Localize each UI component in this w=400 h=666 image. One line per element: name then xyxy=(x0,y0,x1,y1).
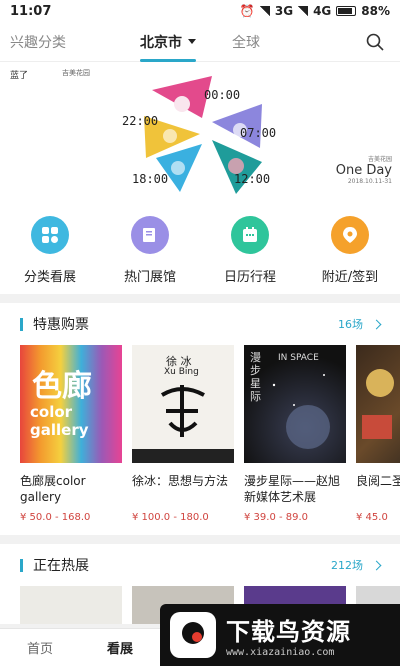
watermark-title: 下载鸟资源 xyxy=(226,618,351,646)
poster-title: 色廊 xyxy=(32,369,92,404)
calendar-icon xyxy=(231,216,269,254)
hot-section-header: 正在热展 212场 xyxy=(0,544,400,586)
quick-galleries[interactable]: 热门展馆 xyxy=(110,216,190,294)
network-4g: 4G xyxy=(313,4,332,18)
quick-category-label: 分类看展 xyxy=(23,270,76,285)
discount-count: 16场 xyxy=(338,318,363,331)
status-time: 11:07 xyxy=(10,3,52,19)
discount-tickets-section: 特惠购票 16场 色廊 color gallery 色廊展color galle… xyxy=(0,303,400,535)
network-3g: 3G xyxy=(274,4,294,18)
quick-category[interactable]: 分类看展 xyxy=(10,216,90,294)
alarm-icon: ⏰ xyxy=(239,4,255,18)
card-price: ¥ 50.0 - 168.0 xyxy=(20,512,91,523)
category-icon xyxy=(31,216,69,254)
tab-global[interactable]: 全球 xyxy=(232,32,260,52)
card-title: 漫步星际——赵旭新媒体艺术展 xyxy=(244,474,341,504)
card-title: 徐冰：思想与方法 xyxy=(132,474,229,488)
banner-carousel[interactable]: 蓝了 吉美花园 22:00 00:00 07:00 18:00 12:00 吉美… xyxy=(0,62,400,202)
title-accent-bar xyxy=(20,558,23,572)
watermark-text: 下载鸟资源 www.xiazainiao.com xyxy=(226,612,351,658)
card-price: ¥ 45.0 xyxy=(356,512,388,523)
hot-count: 212场 xyxy=(331,559,363,572)
hot-section-title: 正在热展 xyxy=(20,555,89,575)
hot-more-link[interactable]: 212场 xyxy=(331,557,382,573)
banner-side-title: One Day xyxy=(335,163,392,178)
card-title: 良阅二圣节动 xyxy=(356,474,400,488)
poster-decoration xyxy=(362,415,392,439)
city-label: 北京市 xyxy=(140,34,182,51)
exhibition-poster: 徐 冰 Xu Bing xyxy=(132,345,234,463)
exhibition-card[interactable]: 色廊 color gallery 色廊展color gallery ¥ 50.0… xyxy=(20,345,122,535)
top-nav: 兴趣分类 北京市 全球 xyxy=(0,22,400,62)
banner-time-4: 18:00 xyxy=(132,172,169,186)
card-title: 色廊展color gallery xyxy=(20,474,86,504)
exhibition-card[interactable]: 漫步星际 IN SPACE 漫步星际——赵旭新媒体艺术展 ¥ 39.0 - 89… xyxy=(244,345,346,535)
discount-title-text: 特惠购票 xyxy=(33,317,89,333)
banner-side-sub: 吉美花园 xyxy=(367,156,392,163)
hot-title-text: 正在热展 xyxy=(33,558,89,574)
banner-artwork: 22:00 00:00 07:00 18:00 12:00 xyxy=(112,70,292,198)
banner-partner-logo: 吉美花园 xyxy=(62,69,90,77)
caret-down-icon xyxy=(188,39,196,44)
tab-home[interactable]: 首页 xyxy=(0,638,80,657)
hot-exhibition-thumb[interactable] xyxy=(20,586,122,624)
chevron-right-icon xyxy=(371,560,382,570)
discount-card-list: 色廊 color gallery 色廊展color gallery ¥ 50.0… xyxy=(0,345,400,535)
gallery-icon xyxy=(131,216,169,254)
quick-nearby[interactable]: 附近/签到 xyxy=(310,216,390,294)
discount-more-link[interactable]: 16场 xyxy=(338,316,382,332)
status-bar: 11:07 ⏰ 3G 4G 88% xyxy=(0,0,400,22)
site-watermark: 下载鸟资源 www.xiazainiao.com xyxy=(160,604,400,666)
title-accent-bar xyxy=(20,317,23,331)
banner-time-3: 07:00 xyxy=(240,126,277,140)
quick-entry-row: 分类看展 热门展馆 日历行程 附近/签到 xyxy=(0,202,400,294)
watermark-url: www.xiazainiao.com xyxy=(226,647,335,658)
poster-decoration xyxy=(366,369,394,397)
tab-exhibitions[interactable]: 看展 xyxy=(80,638,160,657)
signal-icon xyxy=(259,6,270,16)
card-price: ¥ 100.0 - 180.0 xyxy=(132,512,209,523)
card-price: ¥ 39.0 - 89.0 xyxy=(244,512,309,523)
tab-interest-category[interactable]: 兴趣分类 xyxy=(10,32,66,52)
location-icon xyxy=(331,216,369,254)
exhibition-card[interactable]: 徐 冰 Xu Bing 徐冰：思想与方法 ¥ 100.0 - 180.0 xyxy=(132,345,234,535)
galaxy-illustration xyxy=(272,374,330,449)
banner-time-5: 12:00 xyxy=(234,172,271,186)
battery-icon xyxy=(336,6,357,16)
watermark-logo-icon xyxy=(170,612,216,658)
exhibition-poster xyxy=(356,345,400,463)
banner-side-text: 吉美花园 One Day 2018.10.11-31 xyxy=(336,154,392,185)
quick-galleries-label: 热门展馆 xyxy=(123,270,176,285)
discount-section-header: 特惠购票 16场 xyxy=(0,303,400,345)
quick-calendar[interactable]: 日历行程 xyxy=(210,216,290,294)
quick-calendar-label: 日历行程 xyxy=(223,270,276,285)
exhibition-card[interactable]: 良阅二圣节动 ¥ 45.0 xyxy=(356,345,400,535)
discount-section-title: 特惠购票 xyxy=(20,314,89,334)
exhibition-poster: 漫步星际 IN SPACE xyxy=(244,345,346,463)
battery-level: 88% xyxy=(361,4,390,18)
search-icon[interactable] xyxy=(366,33,384,51)
banner-time-1: 22:00 xyxy=(122,114,159,128)
signal-icon-2 xyxy=(298,6,309,16)
exhibition-poster: 色廊 color gallery xyxy=(20,345,122,463)
quick-nearby-label: 附近/签到 xyxy=(321,270,379,285)
banner-time-2: 00:00 xyxy=(204,88,241,102)
banner-side-date: 2018.10.11-31 xyxy=(347,178,392,185)
status-icons: ⏰ 3G 4G 88% xyxy=(240,4,390,18)
city-selector[interactable]: 北京市 xyxy=(140,32,196,62)
poster-subtitle: color gallery xyxy=(30,403,89,439)
banner-logo: 蓝了 xyxy=(10,71,29,81)
chevron-right-icon xyxy=(371,319,382,329)
calligraphy-glyph xyxy=(132,385,234,463)
